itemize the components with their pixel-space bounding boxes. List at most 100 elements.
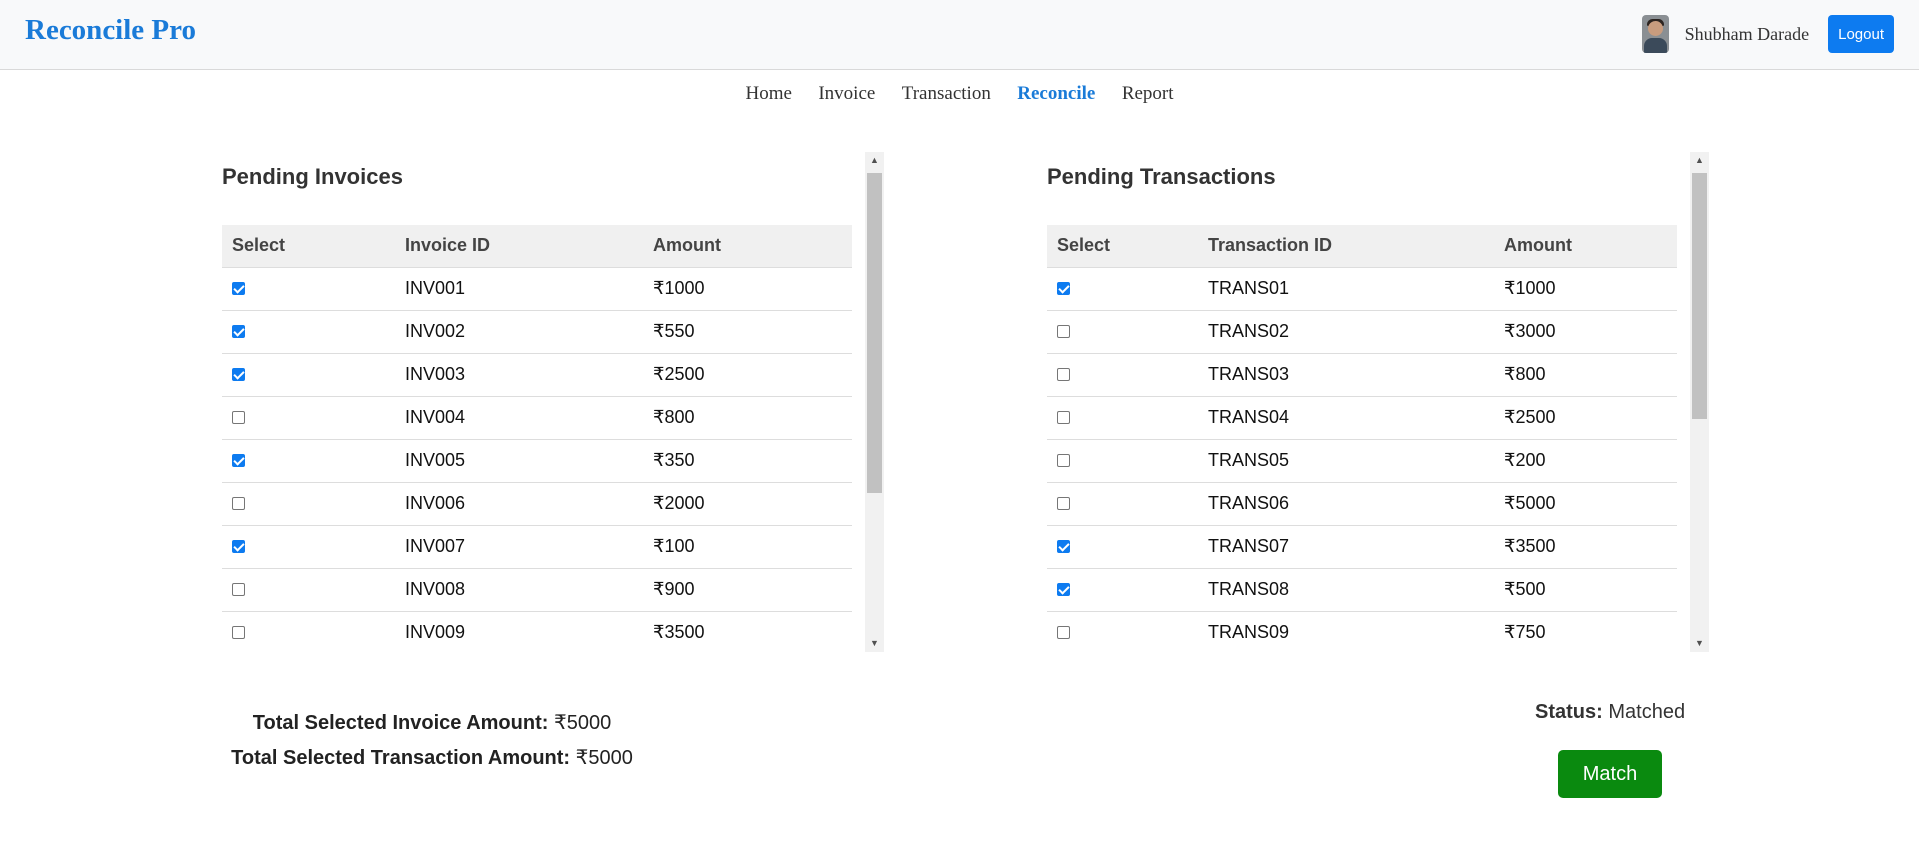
row-checkbox[interactable] (1057, 410, 1070, 424)
amount-cell: ₹100 (643, 524, 852, 568)
invoice-total-label: Total Selected Invoice Amount: (252, 712, 549, 734)
status-value: Matched (1608, 701, 1686, 723)
row-checkbox[interactable] (1057, 281, 1070, 295)
select-cell (222, 481, 395, 525)
match-button[interactable]: Match (1558, 750, 1662, 798)
amount-cell: ₹2000 (643, 481, 852, 525)
row-checkbox[interactable] (232, 496, 245, 510)
nav-home[interactable]: Home (745, 83, 791, 105)
invoice-total-value: ₹5000 (553, 712, 612, 734)
row-checkbox[interactable] (1057, 367, 1070, 381)
invoices-table: Select Invoice ID Amount INV001 ₹1000 INV0… (222, 225, 852, 654)
transaction-total-label: Total Selected Transaction Amount: (231, 747, 571, 769)
id-cell: TRANS01 (1198, 266, 1494, 310)
scroll-thumb[interactable] (867, 173, 882, 493)
row-checkbox[interactable] (1057, 496, 1070, 510)
select-cell (1047, 395, 1198, 439)
table-row: INV004 ₹800 (222, 395, 852, 439)
id-cell: TRANS02 (1198, 309, 1494, 353)
row-checkbox[interactable] (1057, 539, 1070, 553)
table-header: Select Transaction ID Amount (1047, 225, 1677, 267)
select-cell (222, 395, 395, 439)
amount-cell: ₹500 (1494, 567, 1677, 611)
pending-transactions-panel[interactable]: Pending Transactions Select Transaction … (1047, 152, 1709, 654)
avatar (1641, 15, 1669, 53)
column-header: Invoice ID (405, 235, 491, 256)
user-name: Shubham Darade (1684, 23, 1810, 44)
id-cell: TRANS03 (1198, 352, 1494, 396)
scrollbar[interactable]: ▲ ▼ (865, 152, 884, 652)
table-row: TRANS09 ₹750 (1047, 610, 1677, 654)
table-row: INV007 ₹100 (222, 524, 852, 568)
row-checkbox[interactable] (1057, 453, 1070, 467)
status-indicator: Status: Matched (1535, 701, 1685, 724)
amount-cell: ₹800 (1494, 352, 1677, 396)
table-row: TRANS05 ₹200 (1047, 438, 1677, 482)
scroll-thumb[interactable] (1692, 173, 1707, 419)
amount-cell: ₹550 (643, 309, 852, 353)
amount-cell: ₹3500 (1494, 524, 1677, 568)
row-checkbox[interactable] (1057, 324, 1070, 338)
scroll-down-icon[interactable]: ▼ (1690, 635, 1709, 652)
table-row: TRANS06 ₹5000 (1047, 481, 1677, 525)
select-cell (1047, 352, 1198, 396)
nav-transaction[interactable]: Transaction (902, 83, 991, 105)
pending-invoices-panel[interactable]: Pending Invoices Select Invoice ID Amoun… (222, 152, 884, 654)
scroll-up-icon[interactable]: ▲ (1690, 152, 1709, 169)
table-row: INV002 ₹550 (222, 309, 852, 353)
amount-cell: ₹800 (643, 395, 852, 439)
table-row: INV006 ₹2000 (222, 481, 852, 525)
nav-invoice[interactable]: Invoice (818, 83, 875, 105)
row-checkbox[interactable] (232, 410, 245, 424)
main-nav: Home Invoice Transaction Reconcile Repor… (0, 83, 1919, 105)
id-cell: TRANS09 (1198, 610, 1494, 654)
select-cell (222, 266, 395, 310)
id-cell: TRANS05 (1198, 438, 1494, 482)
user-area: Shubham Darade Logout (1641, 15, 1894, 53)
select-cell (222, 567, 395, 611)
column-header: Amount (653, 235, 721, 256)
transaction-total-value: ₹5000 (575, 747, 633, 769)
totals-summary: Total Selected Invoice Amount: ₹5000 Tot… (222, 710, 642, 780)
table-row: TRANS02 ₹3000 (1047, 309, 1677, 353)
table-row: INV003 ₹2500 (222, 352, 852, 396)
table-row: INV001 ₹1000 (222, 266, 852, 310)
id-cell: INV005 (395, 438, 643, 482)
row-checkbox[interactable] (232, 324, 245, 338)
nav-report[interactable]: Report (1122, 83, 1174, 105)
table-row: INV009 ₹3500 (222, 610, 852, 654)
panel-title: Pending Invoices (222, 164, 403, 189)
row-checkbox[interactable] (232, 625, 245, 639)
select-cell (222, 309, 395, 353)
logout-button[interactable]: Logout (1828, 15, 1894, 53)
select-cell (222, 438, 395, 482)
app-title[interactable]: Reconcile Pro (25, 14, 196, 47)
select-cell (1047, 567, 1198, 611)
row-checkbox[interactable] (232, 367, 245, 381)
transactions-table: Select Transaction ID Amount TRANS01 ₹100… (1047, 225, 1677, 654)
amount-cell: ₹750 (1494, 610, 1677, 654)
table-row: TRANS01 ₹1000 (1047, 266, 1677, 310)
select-cell (1047, 610, 1198, 654)
amount-cell: ₹1000 (1494, 266, 1677, 310)
row-checkbox[interactable] (232, 539, 245, 553)
id-cell: INV001 (395, 266, 643, 310)
scroll-down-icon[interactable]: ▼ (865, 635, 884, 652)
scrollbar[interactable]: ▲ ▼ (1690, 152, 1709, 652)
select-cell (222, 610, 395, 654)
row-checkbox[interactable] (232, 582, 245, 596)
row-checkbox[interactable] (1057, 625, 1070, 639)
nav-reconcile[interactable]: Reconcile (1017, 83, 1095, 105)
row-checkbox[interactable] (232, 453, 245, 467)
scroll-up-icon[interactable]: ▲ (865, 152, 884, 169)
table-row: TRANS08 ₹500 (1047, 567, 1677, 611)
id-cell: TRANS08 (1198, 567, 1494, 611)
row-checkbox[interactable] (1057, 582, 1070, 596)
column-header: Select (232, 235, 286, 256)
select-cell (1047, 481, 1198, 525)
amount-cell: ₹900 (643, 567, 852, 611)
row-checkbox[interactable] (232, 281, 245, 295)
id-cell: INV003 (395, 352, 643, 396)
id-cell: INV006 (395, 481, 643, 525)
panel-title: Pending Transactions (1047, 164, 1276, 189)
